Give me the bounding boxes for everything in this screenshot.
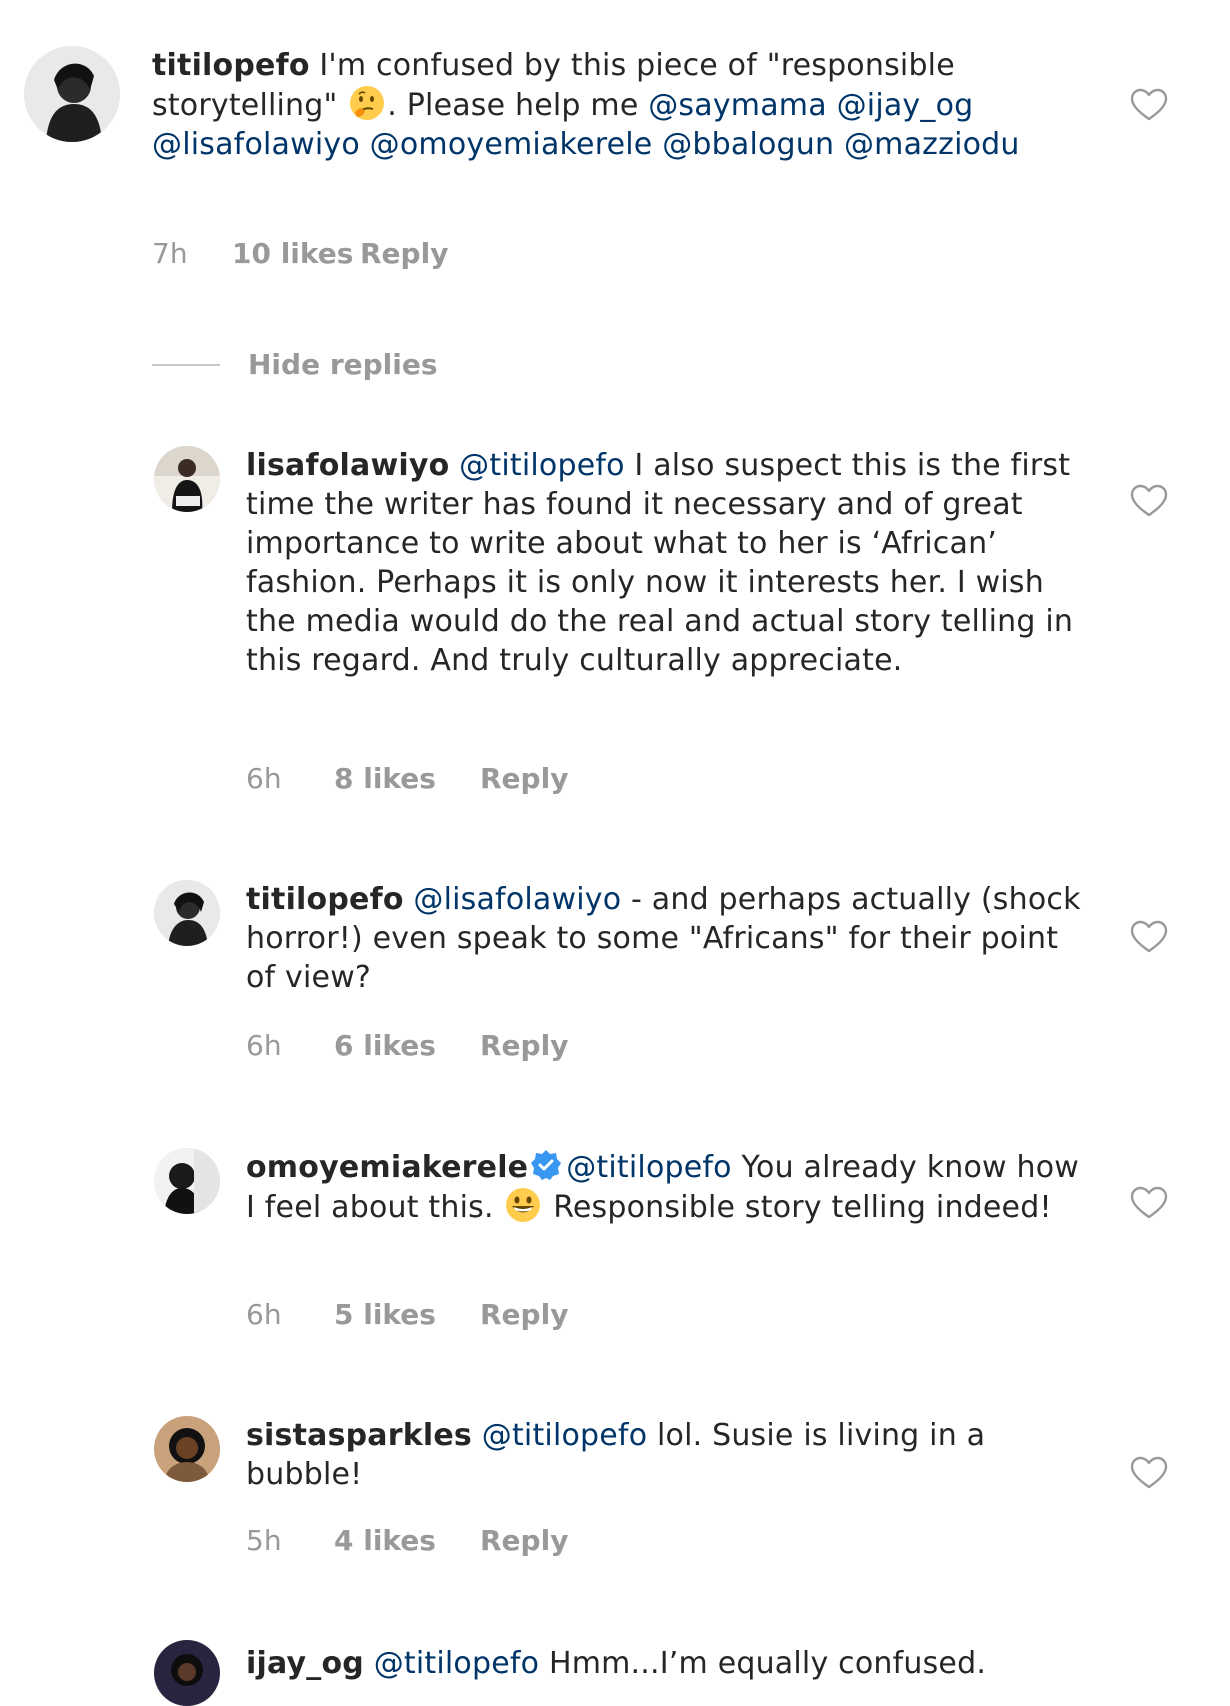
username-link[interactable]: lisafolawiyo <box>246 448 449 483</box>
user-avatar[interactable] <box>154 446 220 512</box>
reply-button[interactable]: Reply <box>480 1028 568 1064</box>
comment-time: 6h <box>246 1298 282 1331</box>
mention-link[interactable]: @omoyemiakerele <box>370 127 653 162</box>
username-link[interactable]: sistasparkles <box>246 1418 472 1453</box>
likes-count-button[interactable]: 4 likes <box>334 1523 480 1559</box>
reply-button[interactable]: Reply <box>360 236 448 272</box>
mention-link[interactable]: @titilopefo <box>566 1150 732 1185</box>
comment-meta: 6h 6 likes Reply <box>246 1028 568 1064</box>
comment-meta: 5h 4 likes Reply <box>246 1523 568 1559</box>
username-link[interactable]: titilopefo <box>246 882 404 917</box>
comment-body-text: Responsible story telling indeed! <box>543 1190 1052 1225</box>
username-link[interactable]: omoyemiakerele <box>246 1150 528 1185</box>
comment-text: ijay_og @titilopefo Hmm...I’m equally co… <box>246 1644 1086 1683</box>
mention-link[interactable]: @ijay_og <box>837 88 974 123</box>
comment-text: titilopefo I'm confused by this piece of… <box>152 46 1082 164</box>
user-avatar[interactable] <box>154 1148 220 1214</box>
comment-time: 7h <box>152 237 188 270</box>
mention-link[interactable]: @titilopefo <box>459 448 625 483</box>
mention-link[interactable]: @mazziodu <box>844 127 1020 162</box>
comment-time: 5h <box>246 1524 282 1557</box>
reply-button[interactable]: Reply <box>480 761 568 797</box>
likes-count-button[interactable]: 6 likes <box>334 1028 480 1064</box>
mention-link[interactable]: @bbalogun <box>662 127 834 162</box>
grinning-face-icon <box>505 1187 541 1223</box>
user-avatar[interactable] <box>154 1640 220 1706</box>
hide-replies-label[interactable]: Hide replies <box>248 348 438 381</box>
comment-body-text: Hmm...I’m equally confused. <box>539 1646 987 1681</box>
comment-body-text <box>364 1646 374 1681</box>
mention-link[interactable]: @titilopefo <box>374 1646 540 1681</box>
user-avatar[interactable] <box>24 46 120 142</box>
username-link[interactable]: ijay_og <box>246 1646 364 1681</box>
heart-icon[interactable] <box>1130 920 1168 954</box>
reply-button[interactable]: Reply <box>480 1523 568 1559</box>
heart-icon[interactable] <box>1130 88 1168 122</box>
likes-count-button[interactable]: 10 likes <box>232 236 360 272</box>
comment-text: titilopefo @lisafolawiyo - and perhaps a… <box>246 880 1086 997</box>
comment-body-text <box>472 1418 482 1453</box>
divider-line <box>152 364 220 366</box>
comment-time: 6h <box>246 762 282 795</box>
likes-count-button[interactable]: 8 likes <box>334 761 480 797</box>
comment-body-text <box>404 882 414 917</box>
mention-link[interactable]: @lisafolawiyo <box>152 127 360 162</box>
reply-button[interactable]: Reply <box>480 1297 568 1333</box>
comment-body-text <box>834 127 844 162</box>
user-avatar[interactable] <box>154 1416 220 1482</box>
heart-icon[interactable] <box>1130 1186 1168 1220</box>
comment-body-text <box>827 88 837 123</box>
comment-body-text <box>449 448 459 483</box>
heart-icon[interactable] <box>1130 484 1168 518</box>
comment-text: sistasparkles @titilopefo lol. Susie is … <box>246 1416 1086 1494</box>
user-avatar[interactable] <box>154 880 220 946</box>
hide-replies-toggle[interactable]: Hide replies <box>152 346 438 382</box>
likes-count-button[interactable]: 5 likes <box>334 1297 480 1333</box>
comment-body-text <box>360 127 370 162</box>
comment-meta: 7h 10 likes Reply <box>152 236 448 272</box>
comment-text: omoyemiakerele @titilopefo You already kn… <box>246 1148 1086 1227</box>
mention-link[interactable]: @saymama <box>648 88 827 123</box>
comment-meta: 6h 8 likes Reply <box>246 761 568 797</box>
mention-link[interactable]: @titilopefo <box>482 1418 648 1453</box>
username-link[interactable]: titilopefo <box>152 48 310 83</box>
verified-badge-icon <box>530 1149 562 1181</box>
thinking-face-icon <box>349 85 385 121</box>
comment-body-text <box>652 127 662 162</box>
comment-meta: 6h 5 likes Reply <box>246 1297 568 1333</box>
heart-icon[interactable] <box>1130 1456 1168 1490</box>
mention-link[interactable]: @lisafolawiyo <box>413 882 621 917</box>
comment-body-text: . Please help me <box>387 88 649 123</box>
comment-text: lisafolawiyo @titilopefo I also suspect … <box>246 446 1086 680</box>
comment-time: 6h <box>246 1029 282 1062</box>
